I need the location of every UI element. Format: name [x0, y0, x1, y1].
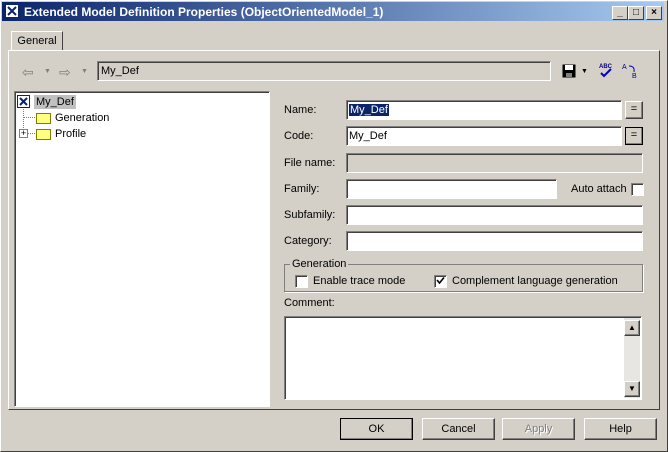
category-input[interactable] [346, 231, 643, 251]
scroll-up-icon[interactable]: ▲ [624, 320, 640, 336]
subfamily-label: Subfamily: [284, 209, 336, 221]
cancel-button[interactable]: Cancel [422, 418, 495, 440]
comment-label: Comment: [284, 297, 335, 309]
family-label: Family: [284, 183, 320, 195]
comment-textarea[interactable] [284, 316, 642, 400]
apply-button[interactable]: Apply [502, 418, 575, 440]
tree-root-label: My_Def [34, 95, 76, 109]
back-arrow-icon[interactable]: ⇦ [22, 64, 34, 81]
svg-text:A: A [622, 64, 627, 71]
complement-label: Complement language generation [452, 275, 618, 287]
folder-icon [36, 112, 51, 124]
close-button[interactable]: × [646, 6, 662, 20]
spell-check-icon[interactable]: ABC [597, 61, 615, 79]
comment-scrollbar[interactable]: ▲ ▼ [624, 318, 640, 398]
folder-icon [36, 128, 51, 140]
help-button[interactable]: Help [584, 418, 657, 440]
tree-view[interactable]: My_Def Generation + Profile [14, 91, 270, 407]
model-icon [17, 95, 30, 108]
forward-arrow-icon[interactable]: ⇨ [59, 64, 71, 81]
replace-icon[interactable]: AB [621, 61, 641, 81]
back-dropdown-icon[interactable]: ▼ [44, 68, 51, 75]
enable-trace-checkbox[interactable] [295, 275, 308, 288]
title-bar[interactable]: Extended Model Definition Properties (Ob… [2, 2, 664, 21]
enable-trace-label: Enable trace mode [313, 275, 406, 287]
filename-label: File name: [284, 157, 336, 169]
name-equal-button[interactable]: = [625, 101, 643, 119]
tree-item-profile[interactable]: Profile [36, 127, 86, 141]
filename-input [346, 153, 643, 173]
generation-group-label: Generation [290, 258, 349, 270]
complement-checkbox[interactable] [434, 275, 447, 288]
code-label: Code: [284, 130, 314, 142]
ok-button[interactable]: OK [340, 418, 413, 440]
subfamily-input[interactable] [346, 205, 643, 225]
scroll-down-icon[interactable]: ▼ [624, 381, 640, 397]
category-label: Category: [284, 235, 332, 247]
name-input-value: My_Def [349, 104, 389, 116]
tree-item-label: Generation [55, 112, 110, 124]
auto-attach-checkbox[interactable] [631, 183, 644, 196]
window-title: Extended Model Definition Properties (Ob… [24, 5, 384, 19]
auto-attach-label: Auto attach [571, 183, 627, 195]
code-input[interactable]: My_Def [346, 126, 622, 146]
forward-dropdown-icon[interactable]: ▼ [81, 68, 88, 75]
tree-line [28, 133, 35, 134]
expand-icon[interactable]: + [19, 129, 28, 138]
maximize-button[interactable]: □ [628, 6, 644, 20]
app-icon [5, 4, 19, 18]
tree-line [24, 117, 35, 118]
checkmark-icon [436, 276, 445, 285]
name-label: Name: [284, 104, 317, 116]
minimize-button[interactable]: _ [612, 6, 628, 20]
save-dropdown-icon[interactable]: ▼ [581, 68, 588, 75]
name-input[interactable]: My_Def [346, 100, 622, 120]
tree-item-label: Profile [55, 128, 87, 140]
path-display: My_Def [97, 61, 551, 81]
save-icon[interactable] [562, 64, 576, 78]
family-input[interactable] [346, 179, 557, 199]
svg-text:B: B [632, 73, 637, 80]
tab-general[interactable]: General [11, 31, 63, 51]
tree-item-generation[interactable]: Generation [36, 111, 109, 125]
code-equal-button[interactable]: = [625, 127, 643, 145]
